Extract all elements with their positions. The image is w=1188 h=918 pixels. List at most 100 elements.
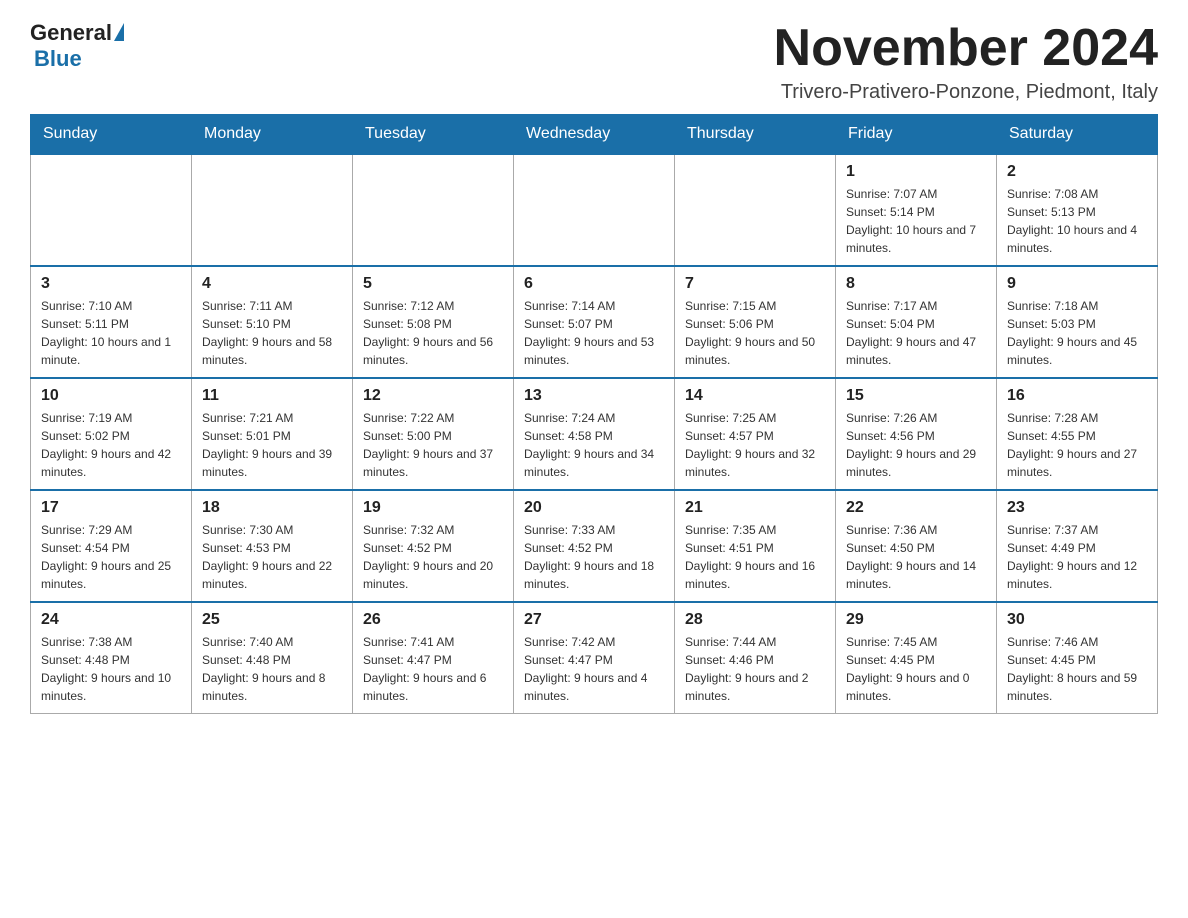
- day-info: Sunrise: 7:45 AMSunset: 4:45 PMDaylight:…: [846, 633, 986, 705]
- calendar-cell: 15 Sunrise: 7:26 AMSunset: 4:56 PMDayligh…: [836, 378, 997, 490]
- calendar-cell: 2Sunrise: 7:08 AMSunset: 5:13 PMDaylight…: [997, 154, 1158, 266]
- weekday-header-saturday: Saturday: [997, 115, 1158, 155]
- day-info: Sunrise: 7:40 AMSunset: 4:48 PMDaylight:…: [202, 633, 342, 705]
- calendar-cell: 30Sunrise: 7:46 AMSunset: 4:45 PMDayligh…: [997, 602, 1158, 714]
- calendar-week-row: 3 Sunrise: 7:10 AMSunset: 5:11 PMDaylight…: [31, 266, 1158, 378]
- day-number: 16: [1007, 387, 1147, 405]
- calendar-cell: 18Sunrise: 7:30 AMSunset: 4:53 PMDayligh…: [192, 490, 353, 602]
- day-number: 25: [202, 611, 342, 629]
- day-number: 13: [524, 387, 664, 405]
- calendar-cell: 7 Sunrise: 7:15 AMSunset: 5:06 PMDaylight…: [675, 266, 836, 378]
- day-info: Sunrise: 7:17 AMSunset: 5:04 PMDaylight:…: [846, 297, 986, 369]
- day-info: Sunrise: 7:10 AMSunset: 5:11 PMDaylight:…: [41, 297, 181, 369]
- calendar-cell: 12Sunrise: 7:22 AMSunset: 5:00 PMDayligh…: [353, 378, 514, 490]
- calendar-week-row: 17Sunrise: 7:29 AMSunset: 4:54 PMDayligh…: [31, 490, 1158, 602]
- calendar-cell: 3 Sunrise: 7:10 AMSunset: 5:11 PMDaylight…: [31, 266, 192, 378]
- day-number: 4: [202, 275, 342, 293]
- month-title: November 2024: [774, 20, 1158, 77]
- calendar-cell: 5 Sunrise: 7:12 AMSunset: 5:08 PMDaylight…: [353, 266, 514, 378]
- weekday-header-row: SundayMondayTuesdayWednesdayThursdayFrid…: [31, 115, 1158, 155]
- calendar-cell: 4 Sunrise: 7:11 AMSunset: 5:10 PMDaylight…: [192, 266, 353, 378]
- day-number: 6: [524, 275, 664, 293]
- calendar-cell: 28 Sunrise: 7:44 AMSunset: 4:46 PMDayligh…: [675, 602, 836, 714]
- day-info: Sunrise: 7:42 AMSunset: 4:47 PMDaylight:…: [524, 633, 664, 705]
- logo: General Blue: [30, 20, 124, 72]
- day-number: 17: [41, 499, 181, 517]
- calendar-cell: 25 Sunrise: 7:40 AMSunset: 4:48 PMDayligh…: [192, 602, 353, 714]
- day-number: 29: [846, 611, 986, 629]
- day-info: Sunrise: 7:15 AMSunset: 5:06 PMDaylight:…: [685, 297, 825, 369]
- day-number: 8: [846, 275, 986, 293]
- calendar-cell: [514, 154, 675, 266]
- day-number: 23: [1007, 499, 1147, 517]
- day-info: Sunrise: 7:32 AMSunset: 4:52 PMDaylight:…: [363, 521, 503, 593]
- weekday-header-wednesday: Wednesday: [514, 115, 675, 155]
- day-number: 10: [41, 387, 181, 405]
- calendar-cell: 19Sunrise: 7:32 AMSunset: 4:52 PMDayligh…: [353, 490, 514, 602]
- weekday-header-sunday: Sunday: [31, 115, 192, 155]
- calendar-week-row: 24 Sunrise: 7:38 AMSunset: 4:48 PMDayligh…: [31, 602, 1158, 714]
- weekday-header-thursday: Thursday: [675, 115, 836, 155]
- logo-triangle-icon: [114, 23, 124, 41]
- calendar-cell: 20 Sunrise: 7:33 AMSunset: 4:52 PMDayligh…: [514, 490, 675, 602]
- day-info: Sunrise: 7:07 AMSunset: 5:14 PMDaylight:…: [846, 185, 986, 257]
- day-number: 3: [41, 275, 181, 293]
- calendar-cell: [353, 154, 514, 266]
- day-number: 1: [846, 163, 986, 181]
- calendar-week-row: 10 Sunrise: 7:19 AMSunset: 5:02 PMDayligh…: [31, 378, 1158, 490]
- day-info: Sunrise: 7:28 AMSunset: 4:55 PMDaylight:…: [1007, 409, 1147, 481]
- calendar-cell: 9 Sunrise: 7:18 AMSunset: 5:03 PMDaylight…: [997, 266, 1158, 378]
- calendar-cell: 6 Sunrise: 7:14 AMSunset: 5:07 PMDaylight…: [514, 266, 675, 378]
- calendar-cell: 22Sunrise: 7:36 AMSunset: 4:50 PMDayligh…: [836, 490, 997, 602]
- day-info: Sunrise: 7:12 AMSunset: 5:08 PMDaylight:…: [363, 297, 503, 369]
- calendar-week-row: 1 Sunrise: 7:07 AMSunset: 5:14 PMDaylight…: [31, 154, 1158, 266]
- day-info: Sunrise: 7:35 AMSunset: 4:51 PMDaylight:…: [685, 521, 825, 593]
- calendar-cell: [192, 154, 353, 266]
- day-number: 5: [363, 275, 503, 293]
- day-info: Sunrise: 7:26 AMSunset: 4:56 PMDaylight:…: [846, 409, 986, 481]
- day-info: Sunrise: 7:19 AMSunset: 5:02 PMDaylight:…: [41, 409, 181, 481]
- calendar-cell: 27Sunrise: 7:42 AMSunset: 4:47 PMDayligh…: [514, 602, 675, 714]
- calendar-cell: [31, 154, 192, 266]
- calendar-cell: 14Sunrise: 7:25 AMSunset: 4:57 PMDayligh…: [675, 378, 836, 490]
- weekday-header-friday: Friday: [836, 115, 997, 155]
- day-info: Sunrise: 7:14 AMSunset: 5:07 PMDaylight:…: [524, 297, 664, 369]
- header: General Blue November 2024 Trivero-Prati…: [30, 20, 1158, 104]
- day-number: 21: [685, 499, 825, 517]
- day-info: Sunrise: 7:44 AMSunset: 4:46 PMDaylight:…: [685, 633, 825, 705]
- day-number: 20: [524, 499, 664, 517]
- day-info: Sunrise: 7:38 AMSunset: 4:48 PMDaylight:…: [41, 633, 181, 705]
- day-number: 24: [41, 611, 181, 629]
- calendar-cell: 13Sunrise: 7:24 AMSunset: 4:58 PMDayligh…: [514, 378, 675, 490]
- day-number: 9: [1007, 275, 1147, 293]
- calendar-cell: 11Sunrise: 7:21 AMSunset: 5:01 PMDayligh…: [192, 378, 353, 490]
- calendar-cell: 23Sunrise: 7:37 AMSunset: 4:49 PMDayligh…: [997, 490, 1158, 602]
- day-info: Sunrise: 7:30 AMSunset: 4:53 PMDaylight:…: [202, 521, 342, 593]
- day-info: Sunrise: 7:11 AMSunset: 5:10 PMDaylight:…: [202, 297, 342, 369]
- calendar-cell: 26Sunrise: 7:41 AMSunset: 4:47 PMDayligh…: [353, 602, 514, 714]
- day-number: 14: [685, 387, 825, 405]
- day-info: Sunrise: 7:21 AMSunset: 5:01 PMDaylight:…: [202, 409, 342, 481]
- calendar-cell: 10 Sunrise: 7:19 AMSunset: 5:02 PMDayligh…: [31, 378, 192, 490]
- day-number: 28: [685, 611, 825, 629]
- day-info: Sunrise: 7:41 AMSunset: 4:47 PMDaylight:…: [363, 633, 503, 705]
- calendar-cell: 29 Sunrise: 7:45 AMSunset: 4:45 PMDayligh…: [836, 602, 997, 714]
- calendar-cell: [675, 154, 836, 266]
- day-number: 12: [363, 387, 503, 405]
- logo-general-text: General: [30, 20, 112, 46]
- weekday-header-tuesday: Tuesday: [353, 115, 514, 155]
- calendar-table: SundayMondayTuesdayWednesdayThursdayFrid…: [30, 114, 1158, 714]
- logo-blue-text: Blue: [34, 46, 82, 71]
- day-number: 7: [685, 275, 825, 293]
- calendar-cell: 24 Sunrise: 7:38 AMSunset: 4:48 PMDayligh…: [31, 602, 192, 714]
- calendar-cell: 8 Sunrise: 7:17 AMSunset: 5:04 PMDaylight…: [836, 266, 997, 378]
- day-info: Sunrise: 7:08 AMSunset: 5:13 PMDaylight:…: [1007, 185, 1147, 257]
- calendar-cell: 17Sunrise: 7:29 AMSunset: 4:54 PMDayligh…: [31, 490, 192, 602]
- calendar-cell: 21 Sunrise: 7:35 AMSunset: 4:51 PMDayligh…: [675, 490, 836, 602]
- day-info: Sunrise: 7:36 AMSunset: 4:50 PMDaylight:…: [846, 521, 986, 593]
- day-info: Sunrise: 7:18 AMSunset: 5:03 PMDaylight:…: [1007, 297, 1147, 369]
- day-info: Sunrise: 7:46 AMSunset: 4:45 PMDaylight:…: [1007, 633, 1147, 705]
- day-info: Sunrise: 7:33 AMSunset: 4:52 PMDaylight:…: [524, 521, 664, 593]
- weekday-header-monday: Monday: [192, 115, 353, 155]
- day-number: 15: [846, 387, 986, 405]
